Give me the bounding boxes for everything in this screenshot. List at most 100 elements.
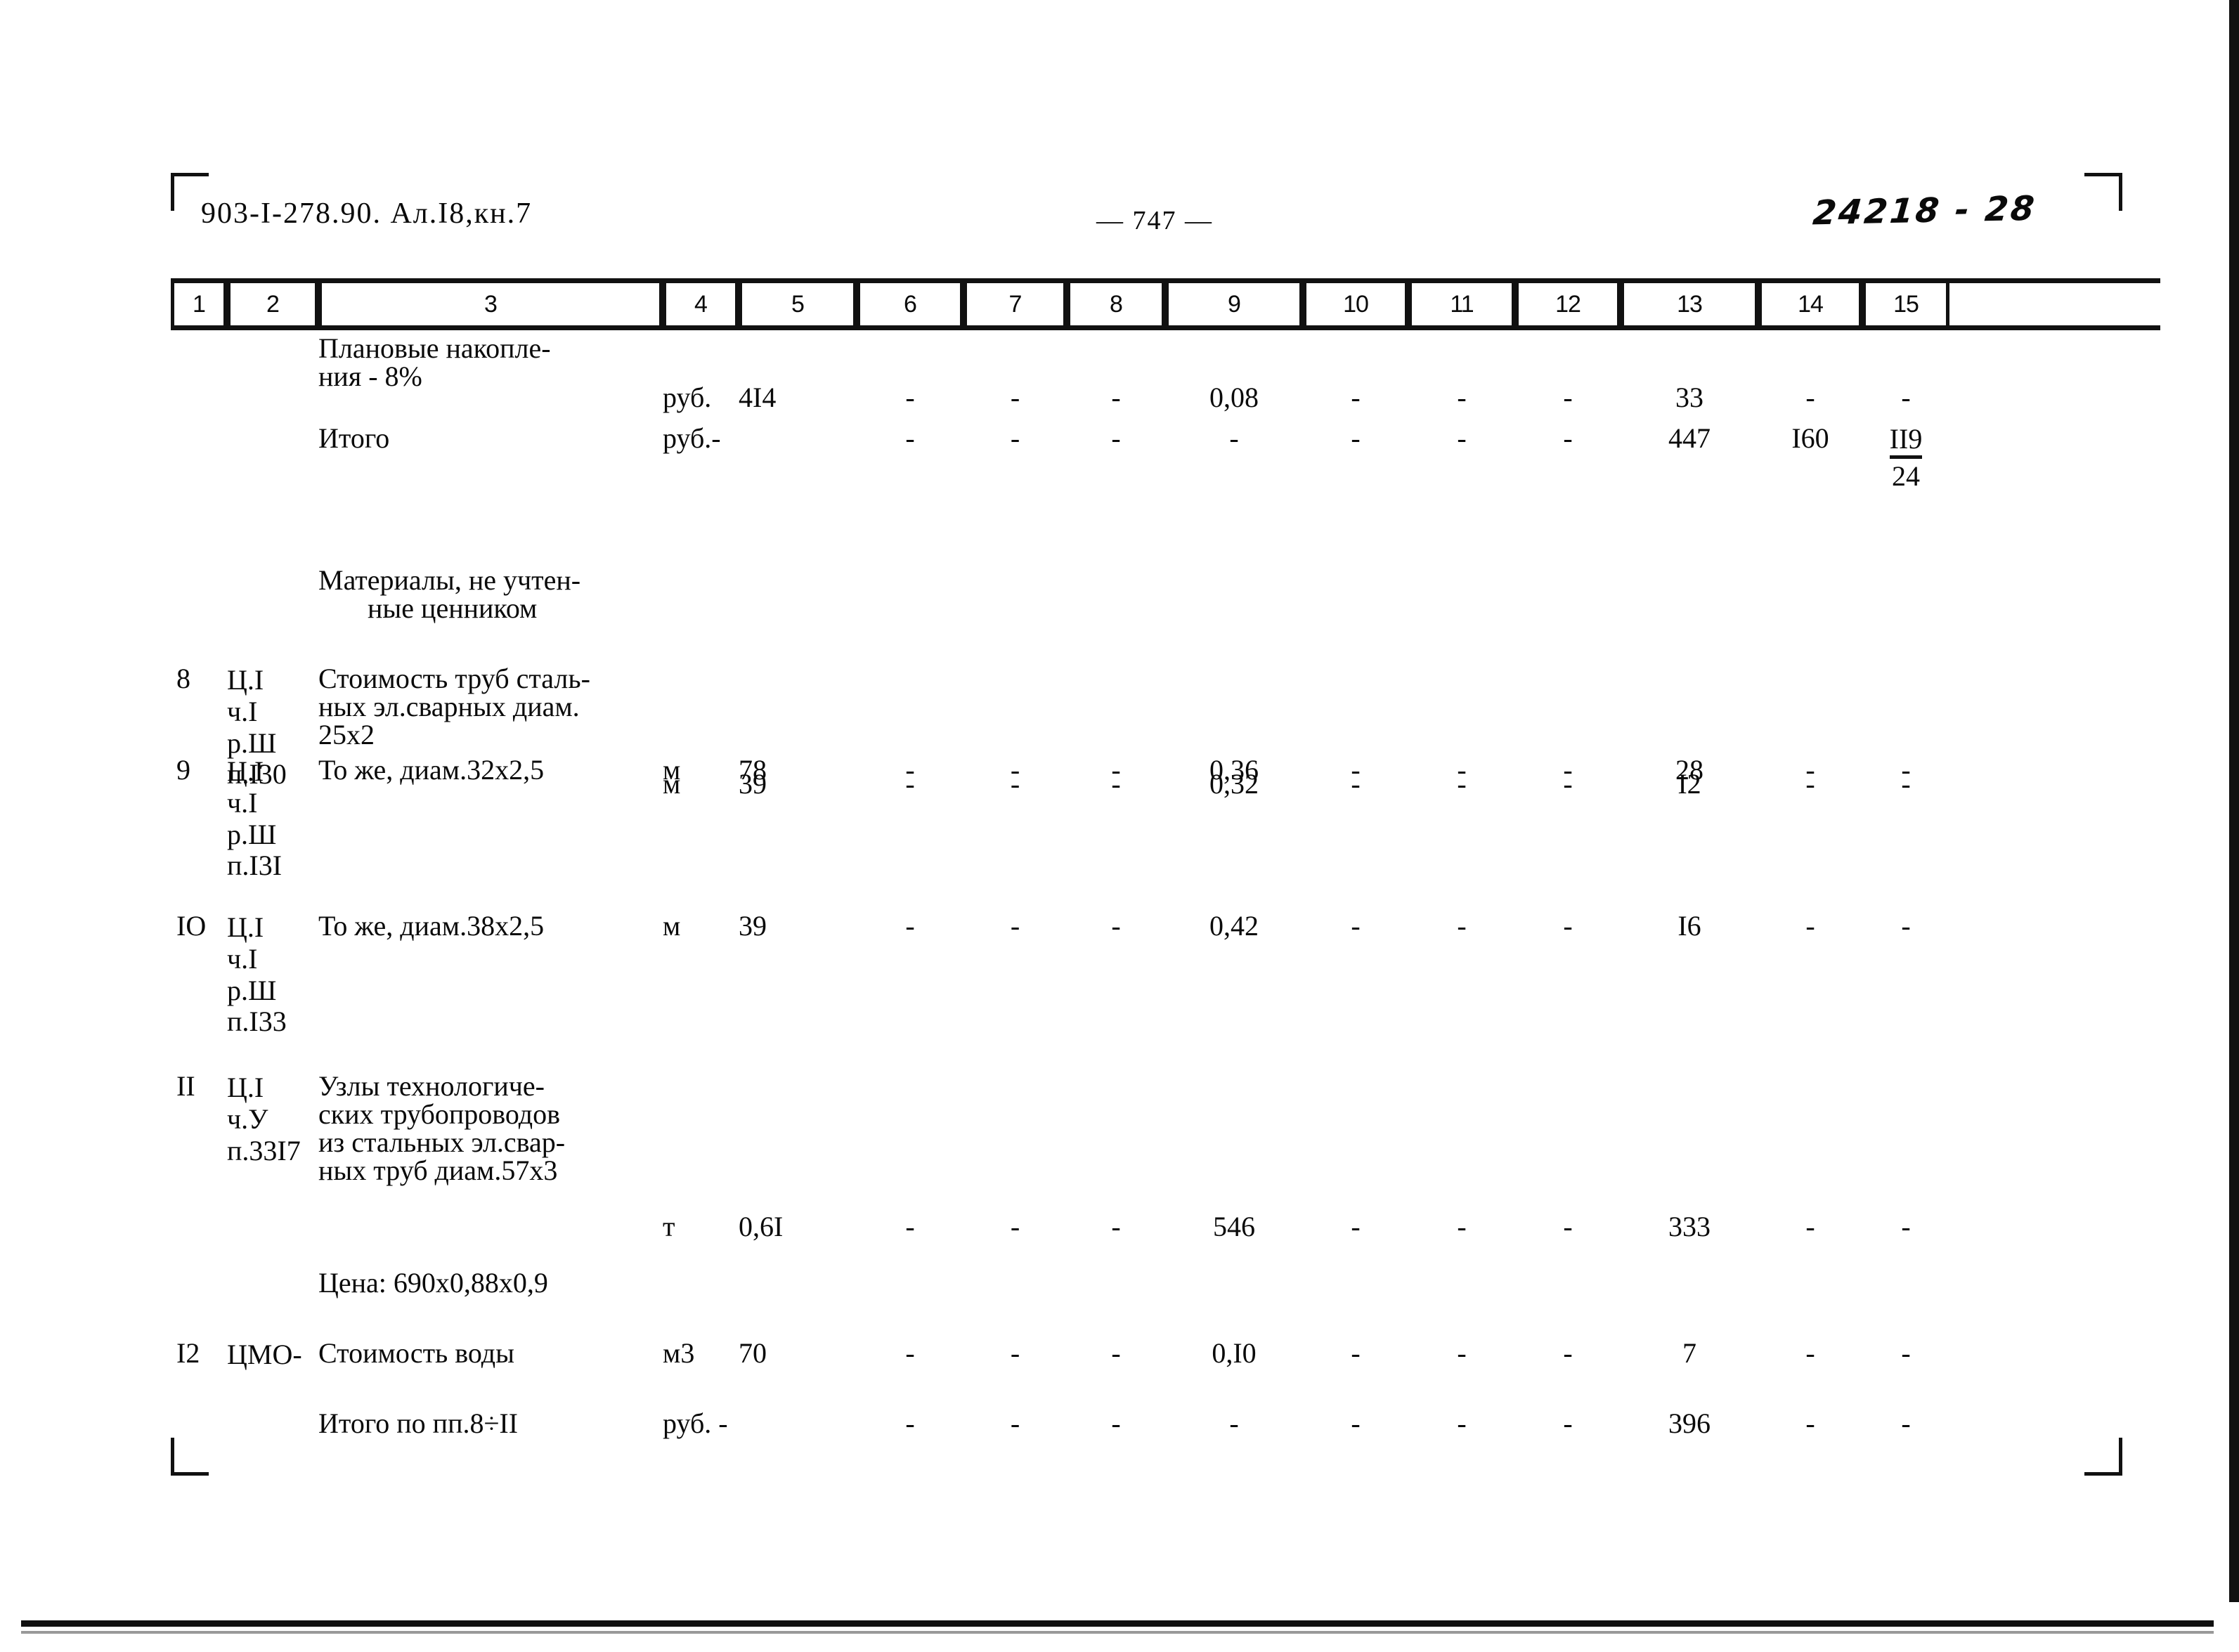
cell-col10: - bbox=[1351, 1211, 1361, 1242]
cell-col11: - bbox=[1457, 910, 1467, 942]
cell-col8: - bbox=[1111, 1407, 1121, 1439]
cell-qty: 78 bbox=[739, 754, 767, 786]
cell-col12: - bbox=[1563, 382, 1573, 413]
cell-qty: 39 bbox=[739, 910, 767, 942]
cell-col14: - bbox=[1805, 1407, 1815, 1439]
cell-col9: 0,42 bbox=[1209, 910, 1259, 942]
cell-col15: - bbox=[1901, 382, 1911, 413]
cell-col14: - bbox=[1805, 754, 1815, 786]
table-column-header-row: 1 2 3 4 5 6 7 8 9 10 11 12 13 14 15 bbox=[171, 278, 2160, 330]
cell-col12: - bbox=[1563, 754, 1573, 786]
cell-col10: - bbox=[1351, 422, 1361, 454]
cell-col13: 333 bbox=[1668, 1211, 1711, 1242]
cell-col10: - bbox=[1351, 754, 1361, 786]
cell-col12: - bbox=[1563, 1337, 1573, 1369]
table-row: IO Ц.I ч.I р.Ш п.I33 То же, диам.38х2,5 м 39 - - -… bbox=[171, 910, 2160, 1038]
column-header-13: 13 bbox=[1621, 283, 1758, 325]
cell-col14: - bbox=[1805, 910, 1815, 942]
cell-col15: - bbox=[1901, 754, 1911, 786]
cell-col11: - bbox=[1457, 1211, 1467, 1242]
cell-unit: м bbox=[663, 910, 681, 942]
cell-col10: - bbox=[1351, 1337, 1361, 1369]
cell-item-number: II bbox=[176, 1070, 195, 1102]
cell-col11: - bbox=[1457, 1337, 1467, 1369]
cell-col10: - bbox=[1351, 382, 1361, 413]
column-header-6: 6 bbox=[857, 283, 963, 325]
column-header-12: 12 bbox=[1515, 283, 1621, 325]
cell-col15: II9 24 bbox=[1862, 424, 1949, 491]
cell-col12: - bbox=[1563, 1407, 1573, 1439]
table-row: Плановые накопле-ния - 8% руб. 4I4 - - - 0,08 -… bbox=[171, 334, 2160, 412]
cell-col6: - bbox=[905, 910, 915, 942]
cell-item-number: 9 bbox=[176, 754, 190, 786]
cell-description: Узлы технологиче-ских трубопроводов из ст… bbox=[318, 1070, 566, 1186]
cell-description: Цена: 690х0,88х0,9 bbox=[318, 1267, 548, 1299]
cell-reference-code: ЦМО- bbox=[227, 1339, 302, 1370]
cell-col10: - bbox=[1351, 1407, 1361, 1439]
cell-item-number: IO bbox=[176, 910, 207, 942]
cell-col7: - bbox=[1010, 1211, 1020, 1242]
cell-col13: 447 bbox=[1668, 422, 1711, 454]
cell-description: Материалы, не учтен-ные ценником bbox=[318, 564, 581, 624]
cell-reference-code: Ц.I ч.У п.33I7 bbox=[227, 1072, 301, 1166]
cell-col15: - bbox=[1901, 910, 1911, 942]
document-code: 903-I-278.90. Ал.I8,кн.7 bbox=[201, 197, 533, 230]
cell-col15: - bbox=[1901, 1211, 1911, 1242]
page-number: — 747 — bbox=[1096, 206, 1213, 235]
cell-col9: - bbox=[1229, 1407, 1239, 1439]
cell-col8: - bbox=[1111, 754, 1121, 786]
page-header: 903-I-278.90. Ал.I8,кн.7 — 747 — 24218 -… bbox=[0, 189, 2239, 235]
column-header-3: 3 bbox=[318, 283, 663, 325]
cell-col13: 33 bbox=[1675, 382, 1703, 413]
cell-description: Итого bbox=[318, 422, 390, 454]
cell-unit: руб. bbox=[663, 382, 712, 413]
cell-col13: 28 bbox=[1675, 754, 1703, 786]
cell-col11: - bbox=[1457, 422, 1467, 454]
cell-col15: - bbox=[1901, 1337, 1911, 1369]
column-header-1: 1 bbox=[171, 283, 227, 325]
fraction-value: II9 24 bbox=[1889, 423, 1923, 492]
cell-col9: 0,I0 bbox=[1212, 1337, 1257, 1369]
cell-col7: - bbox=[1010, 382, 1020, 413]
scan-edge-bottom-secondary bbox=[21, 1631, 2214, 1634]
scan-edge-bottom bbox=[21, 1620, 2214, 1627]
table-row: II Ц.I ч.У п.33I7 Узлы технологиче-ских труб… bbox=[171, 1072, 2160, 1241]
cell-col12: - bbox=[1563, 1211, 1573, 1242]
cell-col14: - bbox=[1805, 1337, 1815, 1369]
cell-qty: 70 bbox=[739, 1337, 767, 1369]
column-header-10: 10 bbox=[1303, 283, 1408, 325]
cell-col8: - bbox=[1111, 1337, 1121, 1369]
cell-description: То же, диам.32х2,5 bbox=[318, 754, 545, 786]
cell-col7: - bbox=[1010, 1337, 1020, 1369]
cell-reference-code: Ц.I ч.I р.Ш п.I33 bbox=[227, 911, 287, 1038]
scanned-page: 903-I-278.90. Ал.I8,кн.7 — 747 — 24218 -… bbox=[0, 0, 2239, 1652]
cell-col7: - bbox=[1010, 910, 1020, 942]
cell-description: Стоимость труб сталь-ных эл.сварных диам… bbox=[318, 663, 590, 750]
cell-description: То же, диам.38х2,5 bbox=[318, 910, 545, 942]
column-header-15: 15 bbox=[1862, 283, 1949, 325]
cell-col11: - bbox=[1457, 382, 1467, 413]
cell-col6: - bbox=[905, 382, 915, 413]
cell-col6: - bbox=[905, 754, 915, 786]
table-row: Итого руб.- - - - - - - - 447 I60 II9 24 bbox=[171, 424, 2160, 491]
cell-unit: руб.- bbox=[663, 422, 721, 454]
cell-unit: м3 bbox=[663, 1337, 695, 1369]
cell-item-number: 8 bbox=[176, 663, 190, 694]
cell-qty: 0,6I bbox=[739, 1211, 784, 1242]
cell-col14: I60 bbox=[1791, 422, 1829, 454]
cell-col8: - bbox=[1111, 422, 1121, 454]
cell-col14: - bbox=[1805, 382, 1815, 413]
cell-col13: I6 bbox=[1677, 910, 1701, 942]
table-row: I2 ЦМО- Стоимость воды м3 70 - - - 0,I0 - - - 7 - - bbox=[171, 1339, 2160, 1371]
cell-unit: м bbox=[663, 754, 681, 786]
column-header-9: 9 bbox=[1165, 283, 1303, 325]
cell-col11: - bbox=[1457, 754, 1467, 786]
cell-col11: - bbox=[1457, 1407, 1467, 1439]
cell-reference-code: Ц.I ч.I р.Ш п.I3I bbox=[227, 755, 283, 882]
cell-col15: - bbox=[1901, 1407, 1911, 1439]
scan-edge-right bbox=[2229, 0, 2239, 1602]
column-header-4: 4 bbox=[663, 283, 739, 325]
cell-col6: - bbox=[905, 422, 915, 454]
handwritten-archive-code: 24218 - 28 bbox=[1811, 188, 2038, 233]
column-header-14: 14 bbox=[1758, 283, 1862, 325]
